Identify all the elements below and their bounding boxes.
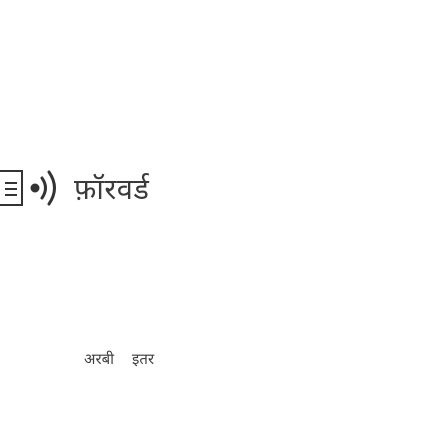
menu-button[interactable] xyxy=(0,170,23,206)
footer-link-arabic[interactable]: अरबी xyxy=(84,349,114,369)
sound-waves-icon xyxy=(30,170,56,206)
brand-logo[interactable]: फ़ॉरवर्ड xyxy=(27,162,149,214)
brand-name: फ़ॉरवर्ड xyxy=(74,171,150,206)
footer-link-other[interactable]: इतर xyxy=(132,349,154,369)
hamburger-menu-icon xyxy=(5,182,17,196)
footer-nav: अरबी इतर xyxy=(84,349,154,369)
